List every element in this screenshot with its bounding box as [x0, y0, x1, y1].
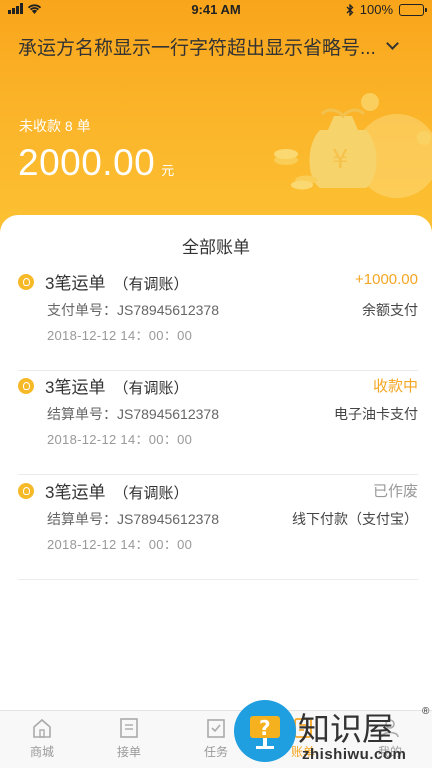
bill-payment-method: 电子油卡支付 [334, 406, 418, 422]
amount-value: 2000.00 [18, 142, 156, 183]
bill-tag: （有调账） [113, 276, 189, 293]
task-check-icon [207, 719, 225, 738]
panel-title: 全部账单 [182, 238, 250, 257]
bill-title: 3笔运单 （有调账） [45, 483, 189, 502]
battery-percent: 100% [359, 2, 393, 17]
watermark-logo-icon: ? [234, 700, 296, 762]
watermark-url: zhishiwu.com [302, 746, 407, 763]
document-icon [120, 718, 138, 738]
bill-tag: （有调账） [113, 380, 189, 397]
money-bag-illustration-icon: ¥ [274, 93, 432, 198]
status-bar: 9:41 AM 100% [0, 0, 432, 20]
watermark: ? 知识屋 ® zhishiwu.com [232, 700, 432, 768]
money-bag-icon [18, 378, 34, 394]
bill-date: 2018-12-12 14：00：00 [47, 537, 193, 552]
bill-title: 3笔运单 （有调账） [45, 378, 189, 397]
tab-orders[interactable]: 接单 [99, 717, 159, 760]
carrier-selector[interactable]: 承运方名称显示一行字符超出显示省略号... [18, 33, 418, 59]
svg-text:¥: ¥ [332, 145, 349, 175]
watermark-registered: ® [422, 706, 430, 717]
battery-icon [399, 3, 427, 16]
svg-text:?: ? [259, 716, 271, 740]
tab-label: 商城 [29, 745, 54, 759]
home-icon [33, 718, 51, 738]
carrier-name: 承运方名称显示一行字符超出显示省略号... [18, 37, 376, 59]
bill-number: 结算单号：JS78945612378 [47, 511, 219, 527]
bill-status: 收款中 [372, 378, 418, 395]
tab-label: 接单 [116, 745, 141, 759]
bill-number: 结算单号：JS78945612378 [47, 406, 219, 422]
unpaid-amount: 2000.00 元 [18, 142, 174, 184]
bill-payment-method: 余额支付 [362, 302, 418, 318]
bill-tag: （有调账） [113, 485, 189, 502]
bill-status: +1000.00 [355, 271, 418, 288]
chevron-down-icon [385, 37, 399, 50]
watermark-text: 知识屋 [298, 710, 395, 748]
bill-item[interactable]: 3笔运单 （有调账） 收款中 结算单号：JS78945612378 电子油卡支付 … [18, 371, 418, 475]
bluetooth-icon [346, 3, 354, 16]
bill-item[interactable]: 3笔运单 （有调账） +1000.00 支付单号：JS78945612378 余额… [18, 267, 418, 371]
bill-status: 已作废 [372, 483, 418, 500]
money-bag-icon [18, 483, 34, 499]
tab-mall[interactable]: 商城 [12, 717, 72, 760]
bill-number: 支付单号：JS78945612378 [47, 302, 219, 318]
bill-title: 3笔运单 （有调账） [45, 274, 189, 293]
header: 9:41 AM 100% 承运方名称显示一行字符超出显示省略号... 未收款 8… [0, 0, 432, 240]
bill-payment-method: 线下付款（支付宝） [292, 511, 418, 527]
amount-unit: 元 [161, 163, 175, 178]
bill-panel: 全部账单 3笔运单 （有调账） +1000.00 支付单号：JS789456123… [0, 215, 432, 715]
bill-item[interactable]: 3笔运单 （有调账） 已作废 结算单号：JS78945612378 线下付款（支付… [18, 476, 418, 580]
bill-date: 2018-12-12 14：00：00 [47, 432, 193, 447]
bill-date: 2018-12-12 14：00：00 [47, 328, 193, 343]
money-bag-icon [18, 274, 34, 290]
unpaid-count-label: 未收款 8 单 [19, 118, 91, 134]
